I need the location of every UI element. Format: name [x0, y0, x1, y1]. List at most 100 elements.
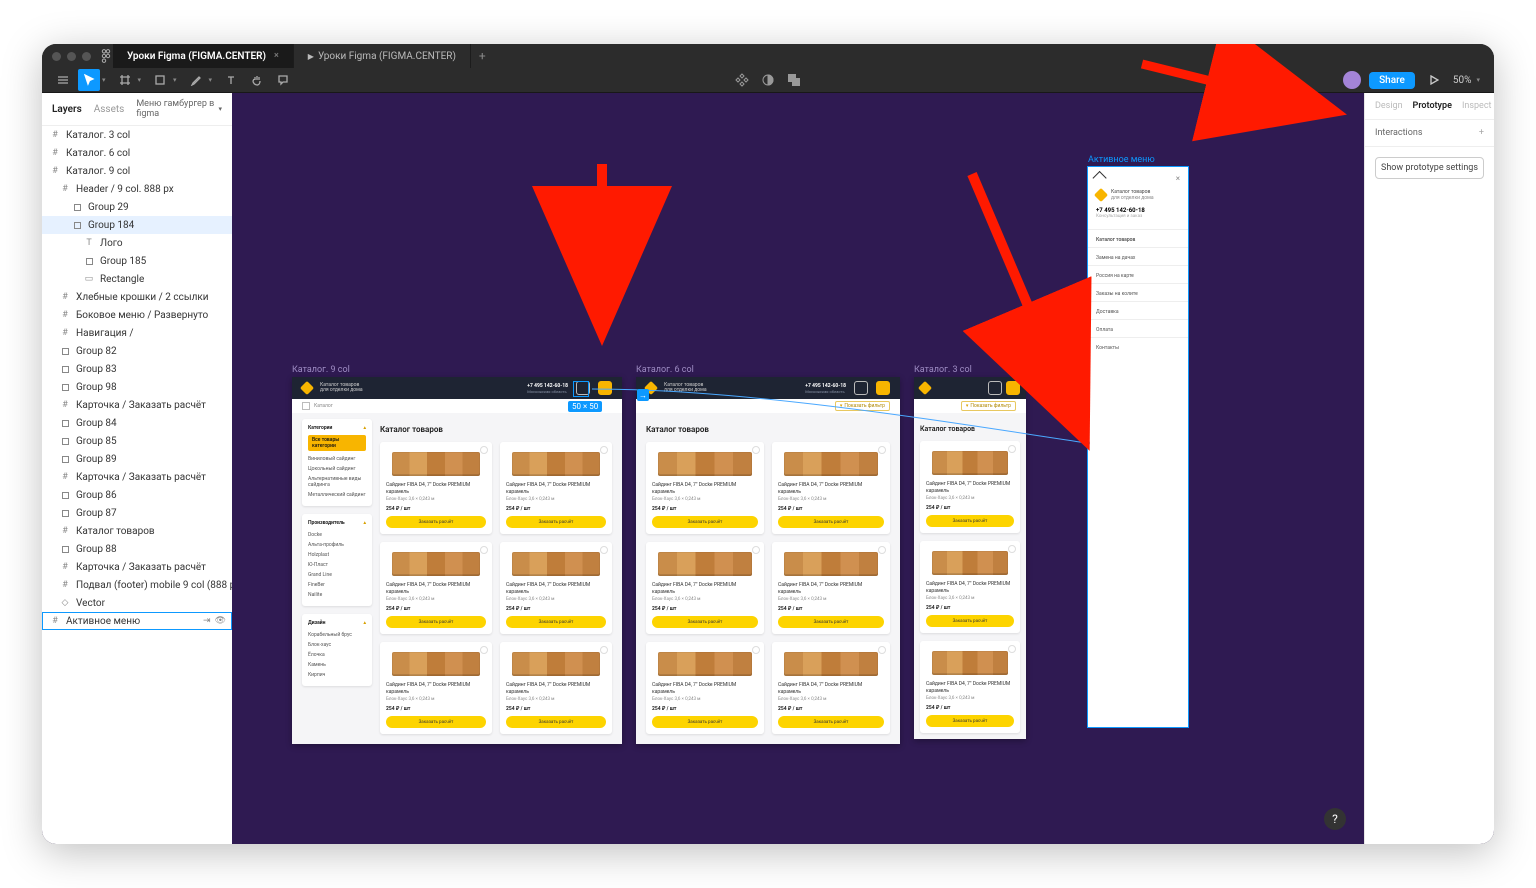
layer-row[interactable]: #Хлебные крошки / 2 ссылки	[42, 288, 232, 306]
product-card[interactable]: Сайдинг FIBA D4, 7" Docke PREMIUM караме…	[380, 442, 492, 534]
product-card[interactable]: Сайдинг FIBA D4, 7" Docke PREMIUM караме…	[646, 442, 764, 534]
sidebar-item-active[interactable]: Все товары категории	[308, 435, 366, 451]
layer-row[interactable]: ▭Rectangle	[42, 270, 232, 288]
help-button[interactable]: ?	[1324, 808, 1346, 830]
product-card[interactable]: Сайдинг FIBA D4, 7" Docke PREMIUM караме…	[646, 542, 764, 634]
sidebar-item[interactable]: Виниловый сайдинг	[308, 454, 366, 464]
order-button[interactable]: Заказать расчёт	[506, 516, 606, 528]
order-button[interactable]: Заказать расчёт	[386, 516, 486, 528]
canvas[interactable]: Каталог. 9 col Каталог. 6 col Каталог. 3…	[232, 93, 1364, 844]
artboard-6col[interactable]: Каталог товаровдля отделки дома+7 495 14…	[636, 377, 900, 744]
order-button[interactable]: Заказать расчёт	[778, 616, 884, 628]
layer-row[interactable]: #Каталог. 3 col	[42, 126, 232, 144]
mask-icon[interactable]	[760, 72, 776, 88]
layer-row[interactable]: #Каталог. 6 col	[42, 144, 232, 162]
order-button[interactable]: Заказать расчёт	[506, 716, 606, 728]
product-card[interactable]: Сайдинг FIBA D4, 7" Docke PREMIUM караме…	[500, 642, 612, 734]
artboard-9col[interactable]: Каталог товаровдля отделки дома +7 495 1…	[292, 377, 622, 744]
sidebar-item[interactable]: Кирпич	[308, 670, 366, 680]
menu-item[interactable]: Контакты	[1088, 340, 1188, 353]
menu-item[interactable]: Доставка	[1088, 304, 1188, 317]
artboard-active-menu[interactable]: × Каталог товаровдля отделки дома +7 495…	[1088, 167, 1188, 727]
favorite-icon[interactable]	[878, 546, 886, 554]
lock-icon[interactable]: ⇥	[203, 616, 211, 626]
order-button[interactable]: Заказать расчёт	[652, 716, 758, 728]
layer-row[interactable]: Group 87	[42, 504, 232, 522]
filter-tag[interactable]: ▾Показать фильтр	[961, 401, 1016, 411]
home-icon[interactable]	[302, 402, 310, 410]
sidebar-item[interactable]: Блок-хаус	[308, 640, 366, 650]
product-card[interactable]: Сайдинг FIBA D4, 7" Docke PREMIUM караме…	[646, 642, 764, 734]
product-card[interactable]: Сайдинг FIBA D4, 7" Docke PREMIUM караме…	[500, 442, 612, 534]
favorite-icon[interactable]	[878, 646, 886, 654]
prototype-hotspot-icon[interactable]: →	[637, 389, 649, 401]
favorite-icon[interactable]	[752, 646, 760, 654]
order-button[interactable]: Заказать расчёт	[652, 616, 758, 628]
comment-tool-button[interactable]	[272, 69, 294, 91]
hand-tool-button[interactable]	[246, 69, 268, 91]
pen-tool-button[interactable]	[185, 69, 207, 91]
layer-row[interactable]: #Каталог товаров	[42, 522, 232, 540]
frame-label[interactable]: Активное меню	[1088, 155, 1155, 165]
inspect-tab[interactable]: Inspect	[1462, 101, 1492, 111]
layer-row[interactable]: ◇Vector	[42, 594, 232, 612]
sidebar-item[interactable]: Ёлочка	[308, 650, 366, 660]
move-tool-button[interactable]	[78, 69, 100, 91]
product-card[interactable]: Сайдинг FIBA D4, 7" Docke PREMIUM караме…	[772, 442, 890, 534]
close-icon[interactable]: ×	[1176, 174, 1180, 183]
sidebar-item[interactable]: Ю-Пласт	[308, 560, 366, 570]
menu-item[interactable]: Замена на дачах	[1088, 250, 1188, 263]
order-button[interactable]: Заказать расчёт	[652, 516, 758, 528]
product-card[interactable]: Сайдинг FIBA D4, 7" Docke PREMIUM караме…	[380, 642, 492, 734]
favorite-icon[interactable]	[878, 446, 886, 454]
file-tab[interactable]: ▶ Уроки Figma (FIGMA.CENTER)	[294, 44, 471, 68]
layer-row[interactable]: Group 185	[42, 252, 232, 270]
layer-row[interactable]: Group 85	[42, 432, 232, 450]
text-tool-button[interactable]	[220, 69, 242, 91]
file-tab-active[interactable]: Уроки Figma (FIGMA.CENTER) ×	[113, 44, 294, 68]
favorite-icon[interactable]	[600, 446, 608, 454]
favorite-icon[interactable]	[480, 546, 488, 554]
component-controls-icon[interactable]	[734, 72, 750, 88]
sidebar-item[interactable]: Альта-профиль	[308, 540, 366, 550]
layer-row[interactable]: Group 82	[42, 342, 232, 360]
order-button[interactable]: Заказать расчёт	[926, 715, 1014, 727]
show-prototype-settings-button[interactable]: Show prototype settings	[1375, 157, 1484, 179]
layer-row[interactable]: #Карточка / Заказать расчёт	[42, 558, 232, 576]
layers-tab[interactable]: Layers	[52, 104, 82, 115]
layer-row[interactable]: Group 29	[42, 198, 232, 216]
page-selector[interactable]: Меню гамбургер в figma▾	[136, 99, 222, 119]
user-avatar[interactable]	[1343, 71, 1361, 89]
order-button[interactable]: Заказать расчёт	[926, 615, 1014, 627]
layer-row[interactable]: Group 89	[42, 450, 232, 468]
menu-item[interactable]: Заказы на колите	[1088, 286, 1188, 299]
sidebar-item[interactable]: FineBer	[308, 580, 366, 590]
order-button[interactable]: Заказать расчёт	[506, 616, 606, 628]
window-controls[interactable]	[52, 52, 91, 61]
design-tab[interactable]: Design	[1375, 101, 1403, 111]
layer-row[interactable]: Group 84	[42, 414, 232, 432]
favorite-icon[interactable]	[752, 546, 760, 554]
favorite-icon[interactable]	[600, 646, 608, 654]
figma-logo-icon[interactable]	[99, 49, 113, 63]
shape-tool-button[interactable]	[149, 69, 171, 91]
sidebar-item[interactable]: Камень	[308, 660, 366, 670]
frame-label[interactable]: Каталог. 9 col	[292, 365, 350, 375]
layers-list[interactable]: #Каталог. 3 col#Каталог. 6 col#Каталог. …	[42, 126, 232, 844]
sidebar-item[interactable]: Альтернативные виды сайдинга	[308, 474, 366, 490]
present-button[interactable]	[1423, 69, 1445, 91]
order-button[interactable]: Заказать расчёт	[926, 515, 1014, 527]
filter-tag[interactable]: ▾Показать фильтр	[835, 401, 890, 411]
favorite-icon[interactable]	[480, 646, 488, 654]
close-tab-icon[interactable]: ×	[274, 51, 279, 61]
frame-label[interactable]: Каталог. 3 col	[914, 365, 972, 375]
menu-item[interactable]: Каталог товаров	[1088, 232, 1188, 245]
favorite-icon[interactable]	[600, 546, 608, 554]
prototype-tab[interactable]: Prototype	[1413, 101, 1452, 111]
artboard-3col[interactable]: ▾Показать фильтр Каталог товаров Сайдинг…	[914, 377, 1026, 739]
product-card[interactable]: Сайдинг FIBA D4, 7" Docke PREMIUM караме…	[920, 441, 1020, 533]
layer-row[interactable]: #Header / 9 col. 888 px	[42, 180, 232, 198]
layer-row[interactable]: TЛого	[42, 234, 232, 252]
layer-row[interactable]: Group 98	[42, 378, 232, 396]
share-button[interactable]: Share	[1369, 72, 1415, 89]
